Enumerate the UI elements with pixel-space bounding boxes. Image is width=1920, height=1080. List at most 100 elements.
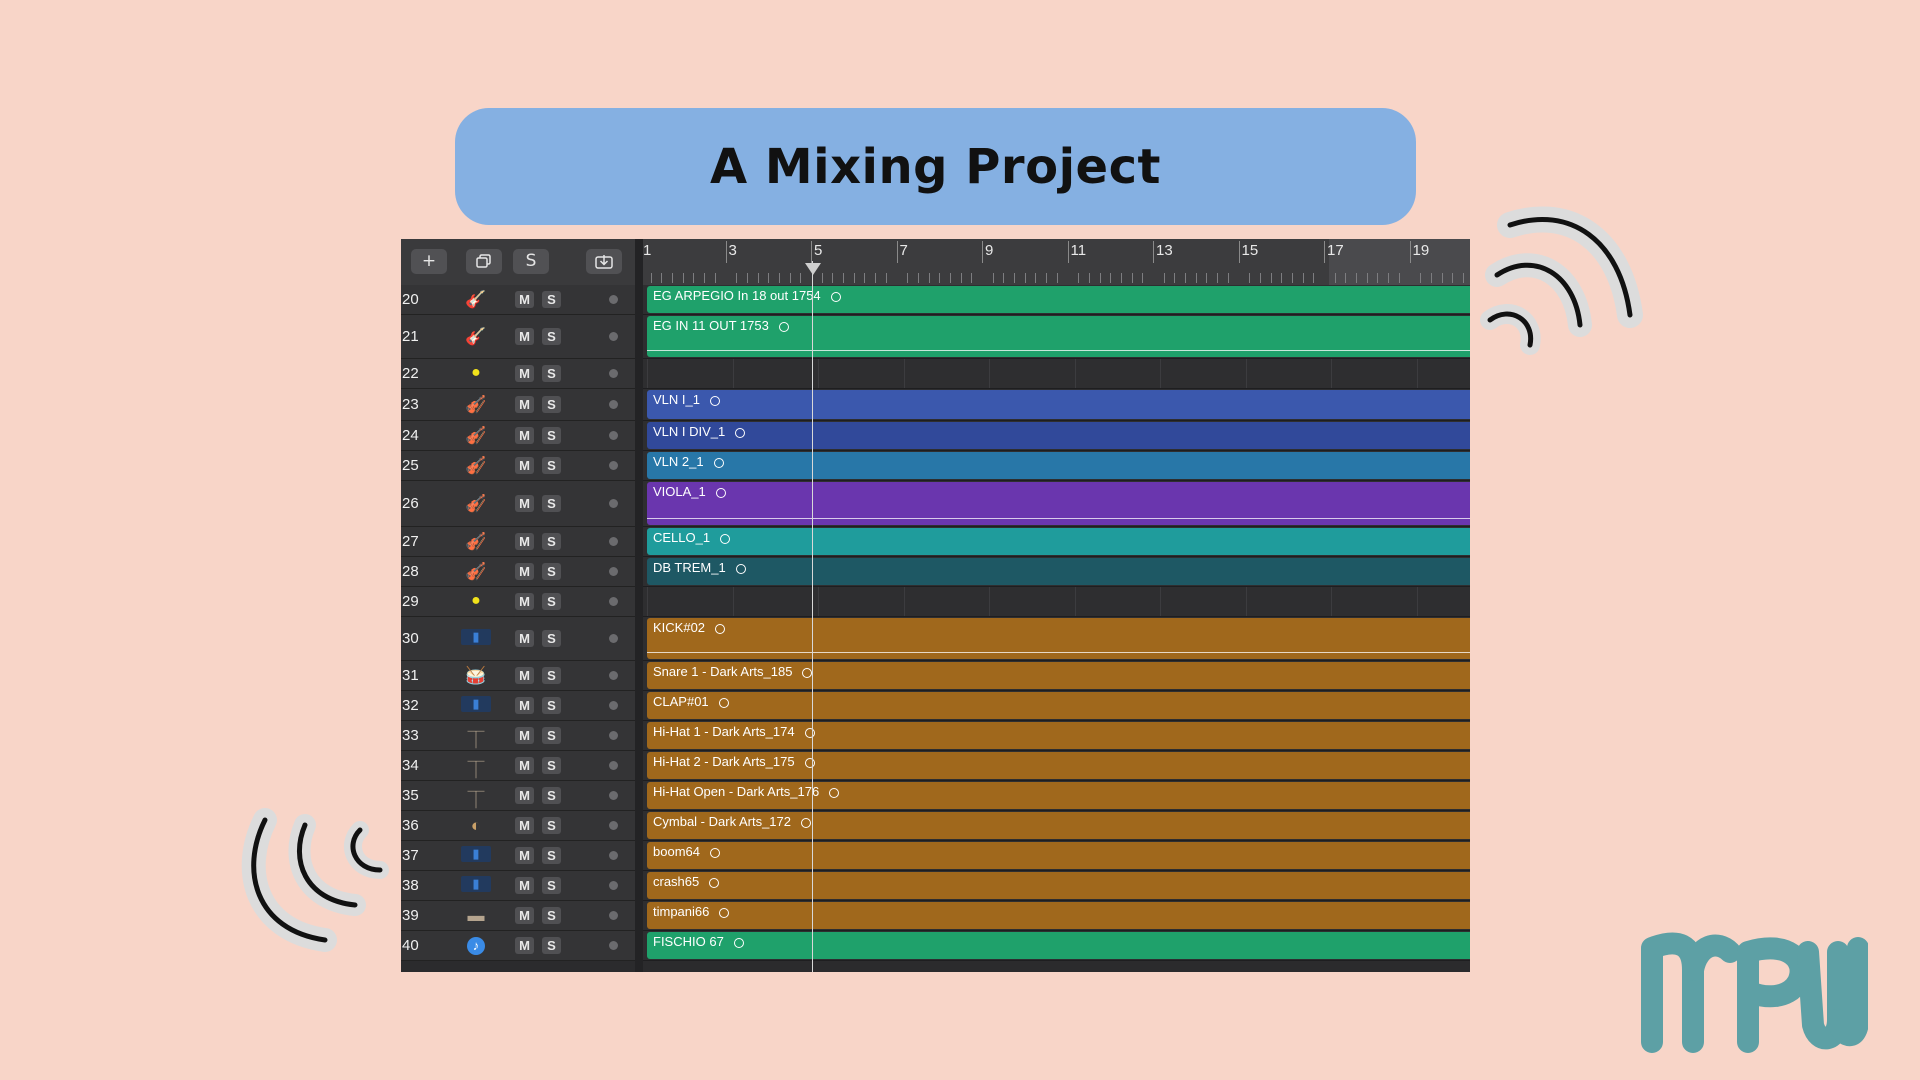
audio-region[interactable]: EG IN 11 OUT 1753	[647, 316, 1470, 357]
track-lane[interactable]: EG ARPEGIO In 18 out 1754	[643, 285, 1470, 315]
track-lane[interactable]: KICK#02	[643, 617, 1470, 661]
record-enable-dot[interactable]	[609, 851, 618, 860]
track-list-divider[interactable]	[635, 239, 643, 972]
mute-button[interactable]: M	[515, 847, 534, 864]
timeline-ruler[interactable]: 1 3 5 7 9 11 13 15 17 19	[635, 239, 1470, 286]
track-header[interactable]: 39 ▬ M S	[401, 901, 635, 931]
record-enable-dot[interactable]	[609, 731, 618, 740]
mute-button[interactable]: M	[515, 495, 534, 512]
solo-button[interactable]: S	[542, 817, 561, 834]
record-enable-dot[interactable]	[609, 332, 618, 341]
mute-button[interactable]: M	[515, 667, 534, 684]
record-enable-dot[interactable]	[609, 567, 618, 576]
import-button[interactable]	[586, 249, 622, 274]
track-lane[interactable]: VLN I_1	[643, 389, 1470, 421]
solo-button[interactable]: S	[542, 937, 561, 954]
track-lane[interactable]: VLN I DIV_1	[643, 421, 1470, 451]
record-enable-dot[interactable]	[609, 537, 618, 546]
track-lane[interactable]: timpani66	[643, 901, 1470, 931]
solo-button[interactable]: S	[542, 533, 561, 550]
track-header[interactable]: 35 ⏉ M S	[401, 781, 635, 811]
solo-button[interactable]: S	[542, 495, 561, 512]
track-header[interactable]: 25 🎻 M S	[401, 451, 635, 481]
record-enable-dot[interactable]	[609, 701, 618, 710]
record-enable-dot[interactable]	[609, 499, 618, 508]
solo-button[interactable]: S	[542, 457, 561, 474]
track-lane[interactable]: CELLO_1	[643, 527, 1470, 557]
track-header[interactable]: 38 ▮ M S	[401, 871, 635, 901]
track-header[interactable]: 26 🎻 M S	[401, 481, 635, 527]
record-enable-dot[interactable]	[609, 597, 618, 606]
track-header[interactable]: 21 🎸 M S	[401, 315, 635, 359]
solo-button[interactable]: S	[542, 787, 561, 804]
audio-region[interactable]: CLAP#01	[647, 692, 1470, 719]
mute-button[interactable]: M	[515, 328, 534, 345]
mute-button[interactable]: M	[515, 697, 534, 714]
mute-button[interactable]: M	[515, 593, 534, 610]
audio-region[interactable]: KICK#02	[647, 618, 1470, 659]
track-lane[interactable]	[643, 359, 1470, 389]
track-lane[interactable]: VIOLA_1	[643, 481, 1470, 527]
record-enable-dot[interactable]	[609, 671, 618, 680]
audio-region[interactable]: timpani66	[647, 902, 1470, 929]
mute-button[interactable]: M	[515, 427, 534, 444]
record-enable-dot[interactable]	[609, 941, 618, 950]
audio-region[interactable]: FISCHIO 67	[647, 932, 1470, 959]
mute-button[interactable]: M	[515, 907, 534, 924]
track-header[interactable]: 28 🎻 M S	[401, 557, 635, 587]
track-lane[interactable]: Hi-Hat Open - Dark Arts_176	[643, 781, 1470, 811]
solo-button[interactable]: S	[542, 396, 561, 413]
audio-region[interactable]: DB TREM_1	[647, 558, 1470, 585]
track-header[interactable]: 34 ⏉ M S	[401, 751, 635, 781]
track-header[interactable]: 22 ● M S	[401, 359, 635, 389]
record-enable-dot[interactable]	[609, 791, 618, 800]
record-enable-dot[interactable]	[609, 461, 618, 470]
track-header[interactable]: 29 ● M S	[401, 587, 635, 617]
track-header[interactable]: 31 🥁 M S	[401, 661, 635, 691]
track-header[interactable]: 23 🎻 M S	[401, 389, 635, 421]
mute-button[interactable]: M	[515, 563, 534, 580]
track-header[interactable]: 20 🎸 M S	[401, 285, 635, 315]
track-lane[interactable]: Cymbal - Dark Arts_172	[643, 811, 1470, 841]
record-enable-dot[interactable]	[609, 821, 618, 830]
audio-region[interactable]: Hi-Hat 2 - Dark Arts_175	[647, 752, 1470, 779]
track-lane[interactable]: VLN 2_1	[643, 451, 1470, 481]
track-header[interactable]: 30 ▮ M S	[401, 617, 635, 661]
track-header[interactable]: 32 ▮ M S	[401, 691, 635, 721]
solo-button[interactable]: S	[542, 727, 561, 744]
track-lane[interactable]: FISCHIO 67	[643, 931, 1470, 961]
solo-button[interactable]: S	[542, 877, 561, 894]
solo-button[interactable]: S	[542, 630, 561, 647]
audio-region[interactable]: CELLO_1	[647, 528, 1470, 555]
solo-button[interactable]: S	[542, 563, 561, 580]
track-lane[interactable]: Hi-Hat 1 - Dark Arts_174	[643, 721, 1470, 751]
track-lane[interactable]: Hi-Hat 2 - Dark Arts_175	[643, 751, 1470, 781]
add-track-button[interactable]: +	[411, 249, 447, 274]
record-enable-dot[interactable]	[609, 911, 618, 920]
record-enable-dot[interactable]	[609, 400, 618, 409]
audio-region[interactable]: Hi-Hat Open - Dark Arts_176	[647, 782, 1470, 809]
audio-region[interactable]: VLN 2_1	[647, 452, 1470, 479]
solo-button[interactable]: S	[542, 847, 561, 864]
track-lane[interactable]: DB TREM_1	[643, 557, 1470, 587]
mute-button[interactable]: M	[515, 757, 534, 774]
record-enable-dot[interactable]	[609, 295, 618, 304]
solo-button[interactable]: S	[542, 757, 561, 774]
mute-button[interactable]: M	[515, 817, 534, 834]
solo-button[interactable]: S	[542, 365, 561, 382]
mute-button[interactable]: M	[515, 396, 534, 413]
record-enable-dot[interactable]	[609, 431, 618, 440]
track-header[interactable]: 27 🎻 M S	[401, 527, 635, 557]
track-lane[interactable]: crash65	[643, 871, 1470, 901]
audio-region[interactable]: VIOLA_1	[647, 482, 1470, 525]
mute-button[interactable]: M	[515, 365, 534, 382]
duplicate-track-button[interactable]	[466, 249, 502, 274]
global-solo-button[interactable]: S	[513, 249, 549, 274]
track-lane[interactable]: EG IN 11 OUT 1753	[643, 315, 1470, 359]
solo-button[interactable]: S	[542, 427, 561, 444]
record-enable-dot[interactable]	[609, 761, 618, 770]
mute-button[interactable]: M	[515, 937, 534, 954]
track-lane[interactable]: boom64	[643, 841, 1470, 871]
track-header[interactable]: 24 🎻 M S	[401, 421, 635, 451]
solo-button[interactable]: S	[542, 907, 561, 924]
